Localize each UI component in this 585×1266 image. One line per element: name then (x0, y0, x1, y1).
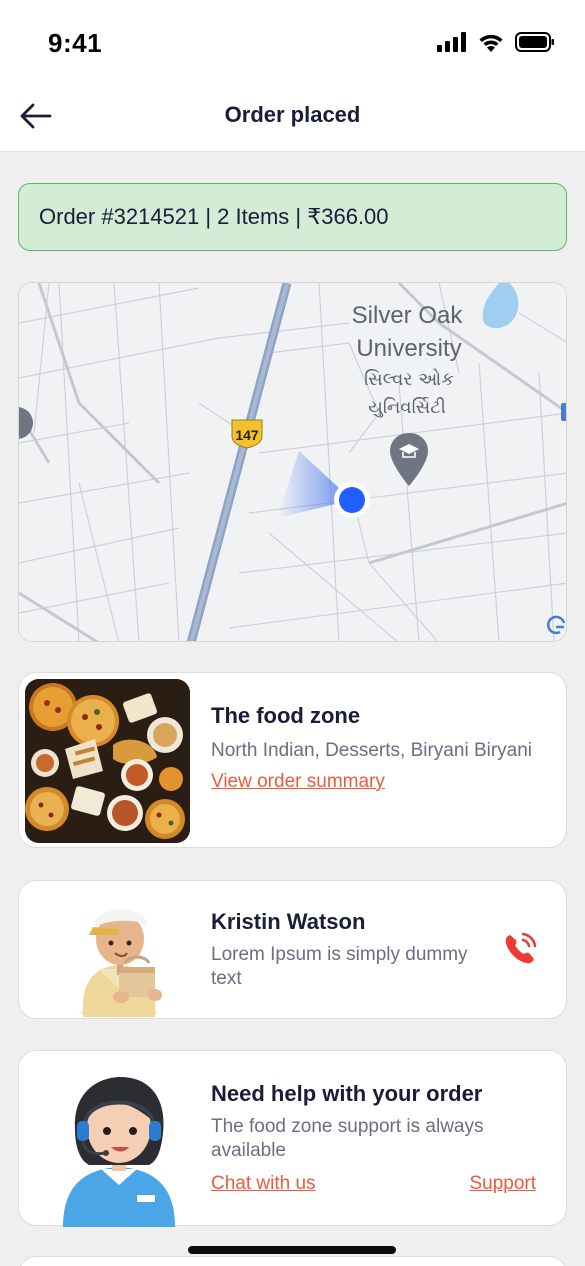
delivery-partner-description: Lorem Ipsum is simply dummy text (211, 944, 468, 989)
delivery-partner-card: Kristin Watson Lorem Ipsum is simply dum… (18, 880, 567, 1019)
delivery-map[interactable]: 147 Silver Oak University સિલ્વર ઓક યુનિ… (18, 282, 567, 642)
status-bar: 9:41 (0, 0, 585, 80)
home-indicator[interactable] (188, 1246, 396, 1254)
current-location-dot (339, 487, 365, 513)
support-link[interactable]: Support (469, 1173, 536, 1195)
view-order-summary-link[interactable]: View order summary (211, 771, 385, 793)
status-icons (437, 32, 555, 52)
map-label-place-line2: University (356, 335, 461, 362)
phone-icon (505, 932, 537, 964)
road-shield-147: 147 (231, 419, 263, 449)
chat-with-us-link[interactable]: Chat with us (211, 1173, 316, 1195)
restaurant-card: The food zone North Indian, Desserts, Bi… (18, 672, 567, 848)
battery-icon (515, 32, 554, 52)
next-card-partial (18, 1256, 567, 1266)
map-label-gujarati-line2: યુનિવર્સિટી (368, 397, 446, 418)
status-time: 9:41 (48, 28, 103, 58)
order-summary-banner: Order #3214521 | 2 Items | ₹366.00 (18, 183, 567, 251)
page-title: Order placed (224, 102, 361, 127)
food-image (25, 679, 190, 843)
map-label-gujarati-line1: સિલ્વર ઓક (364, 369, 454, 390)
call-rider-button[interactable] (502, 931, 538, 967)
wifi-icon (479, 34, 503, 52)
support-agent-avatar (63, 1077, 175, 1227)
app-header: Order placed (0, 80, 585, 152)
restaurant-cuisines: North Indian, Desserts, Biryani Biryani (211, 740, 533, 761)
cellular-signal-icon (437, 32, 466, 52)
delivery-person-avatar (79, 909, 162, 1017)
svg-text:147: 147 (235, 427, 259, 443)
help-description: The food zone support is always availabl… (211, 1116, 484, 1161)
help-title: Need help with your order (211, 1081, 483, 1106)
help-card: Need help with your order The food zone … (18, 1050, 567, 1227)
order-summary-text: Order #3214521 | 2 Items | ₹366.00 (39, 204, 389, 229)
delivery-partner-name: Kristin Watson (211, 909, 366, 934)
map-canvas: 147 Silver Oak University સિલ્વર ઓક યુનિ… (19, 283, 566, 641)
restaurant-name: The food zone (211, 703, 361, 728)
map-label-place-line1: Silver Oak (352, 302, 464, 329)
